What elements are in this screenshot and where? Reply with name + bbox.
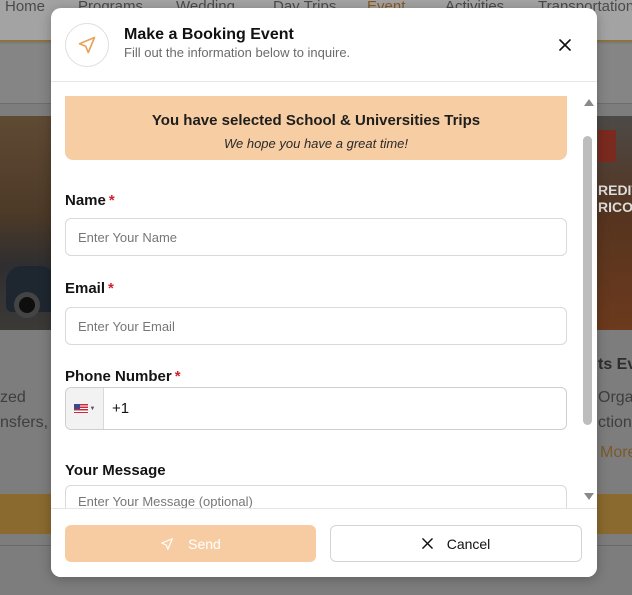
close-button[interactable] xyxy=(554,34,576,56)
background-heading: ts Ev xyxy=(598,356,632,373)
wheel-shape xyxy=(14,292,40,318)
send-button[interactable]: Send xyxy=(65,525,316,562)
us-flag-icon xyxy=(73,404,88,413)
required-mark: * xyxy=(108,280,114,297)
photo-sign-text: REDITRICO xyxy=(598,182,632,215)
required-mark: * xyxy=(108,192,115,209)
name-label-text: Name xyxy=(65,192,106,209)
message-textarea[interactable] xyxy=(65,485,567,508)
chevron-down-icon: ▼ xyxy=(89,405,96,412)
required-mark: * xyxy=(174,368,181,385)
email-label-text: Email xyxy=(65,280,106,297)
nav-item-home: Home xyxy=(5,0,46,15)
background-snippet-1: zed xyxy=(0,389,26,406)
scroll-down-arrow-icon[interactable] xyxy=(584,493,594,500)
modal-footer: Send Cancel xyxy=(51,508,597,577)
cancel-button[interactable]: Cancel xyxy=(330,525,582,562)
message-label: Your Message xyxy=(65,462,166,479)
phone-label-text: Phone Number xyxy=(65,368,172,385)
banner-subtitle: We hope you have a great time! xyxy=(223,136,409,151)
background-snippet-3: Orga xyxy=(598,389,632,406)
modal-header: Make a Booking Event Fill out the inform… xyxy=(51,8,597,82)
email-input[interactable] xyxy=(65,307,567,345)
scroll-thumb[interactable] xyxy=(583,136,592,425)
background-snippet-4: ction xyxy=(598,414,632,431)
name-label: Name * xyxy=(65,192,115,209)
background-snippet-2: nsfers, xyxy=(0,414,49,431)
scroll-up-arrow-icon[interactable] xyxy=(584,99,594,106)
name-input[interactable] xyxy=(65,218,567,256)
phone-label: Phone Number * xyxy=(65,368,181,385)
background-photo-right: REDITRICO xyxy=(596,116,632,330)
selection-banner: You have selected School & Universities … xyxy=(65,96,567,160)
modal-body[interactable]: You have selected School & Universities … xyxy=(51,83,597,508)
close-icon xyxy=(559,39,571,51)
modal-title: Make a Booking Event xyxy=(124,26,294,43)
email-label: Email * xyxy=(65,280,114,297)
background-photo-left xyxy=(0,116,56,330)
send-button-label: Send xyxy=(188,535,221,552)
background-more-link: More xyxy=(600,444,632,461)
close-icon xyxy=(421,538,433,549)
paper-plane-icon xyxy=(161,537,173,550)
paper-plane-icon xyxy=(65,23,109,67)
cancel-button-label: Cancel xyxy=(446,535,491,552)
country-select[interactable]: ▼ xyxy=(66,388,104,429)
phone-input[interactable] xyxy=(104,388,566,429)
banner-title: You have selected School & Universities … xyxy=(151,112,481,129)
modal-subtitle: Fill out the information below to inquir… xyxy=(124,45,351,60)
scrollbar[interactable] xyxy=(581,83,595,508)
sign-logo xyxy=(598,130,616,162)
booking-modal: Make a Booking Event Fill out the inform… xyxy=(51,8,597,577)
phone-field: ▼ xyxy=(65,387,567,430)
